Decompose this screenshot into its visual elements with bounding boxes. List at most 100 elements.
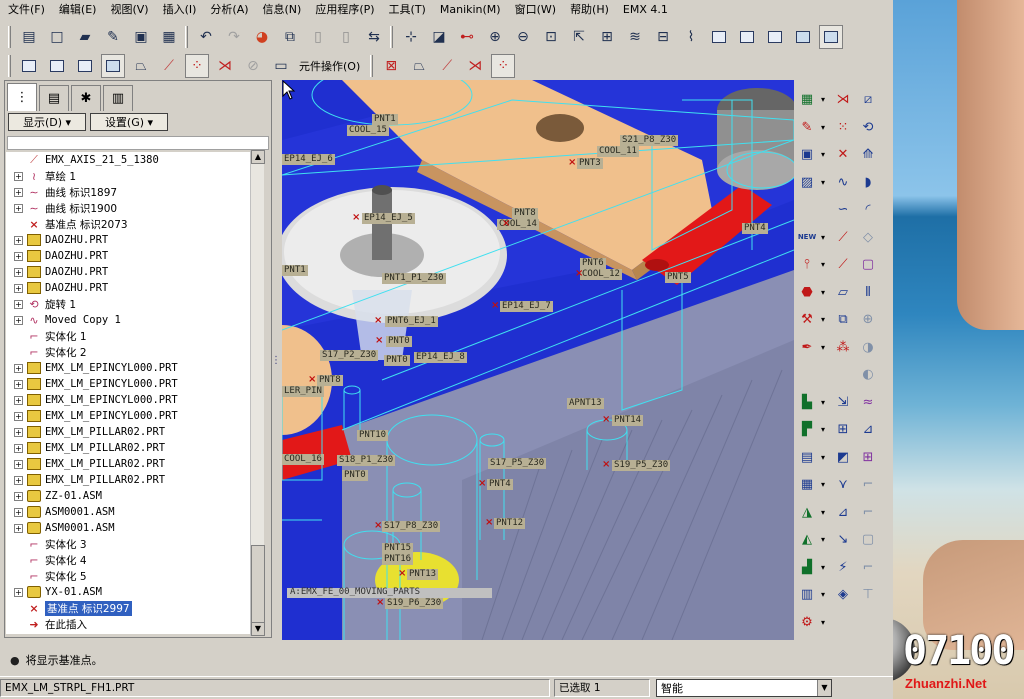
axis-icon[interactable]: ✕ — [832, 144, 854, 166]
layers-icon[interactable]: ≋ — [623, 25, 647, 49]
no-hidden-icon[interactable] — [763, 25, 787, 49]
slider-icon[interactable]: ▙ — [796, 391, 818, 413]
menu-edit[interactable]: 编辑(E) — [59, 1, 97, 17]
intersect-icon[interactable]: ⚡ — [832, 556, 854, 578]
menu-help[interactable]: 帮助(H) — [570, 1, 609, 17]
tree-node[interactable]: + ∿ Moved Copy 1 — [6, 312, 256, 328]
mirror-icon[interactable]: ⫴ — [857, 281, 879, 303]
tree-node[interactable]: × 基准点 标识2073 — [6, 216, 256, 232]
point-array-icon[interactable]: ⁙ — [832, 116, 854, 138]
new-feature-icon[interactable]: NEW — [796, 226, 818, 248]
save-copy-icon[interactable]: ▦ — [157, 25, 181, 49]
datum-line-icon[interactable]: ⟋ — [832, 254, 854, 276]
tree-node[interactable]: + EMX_LM_EPINCYL000.PRT — [6, 392, 256, 408]
axis-display-icon[interactable]: ⟋ — [435, 54, 459, 78]
find-icon[interactable]: ⇆ — [362, 25, 386, 49]
paste-special-icon[interactable]: ▯ — [334, 25, 358, 49]
refit-icon[interactable]: ⊡ — [539, 25, 563, 49]
tree-node[interactable]: + DAOZHU.PRT — [6, 280, 256, 296]
expand-toggle-icon[interactable]: + — [14, 587, 23, 597]
settings-dropdown[interactable]: 设置(G) ▾ — [90, 113, 168, 131]
surface-icon[interactable]: ◗ — [857, 171, 879, 193]
tree-node[interactable]: + EMX_LM_PILLAR02.PRT — [6, 440, 256, 456]
pencil-icon[interactable]: ✎ — [796, 116, 818, 138]
annotation-toggle-icon[interactable]: ⊘ — [241, 54, 265, 78]
chamfer-icon[interactable]: ◐ — [857, 364, 879, 386]
folder-browser-tab-icon[interactable]: ▤ — [39, 85, 69, 111]
wave-icon[interactable]: ≈ — [857, 391, 879, 413]
csys-display-icon[interactable]: ⋊ — [463, 54, 487, 78]
expand-toggle-icon[interactable]: + — [14, 267, 23, 277]
layout-icon[interactable]: ▦ — [796, 89, 818, 111]
menu-applications[interactable]: 应用程序(P) — [315, 1, 374, 17]
saved-views-icon[interactable]: ⊞ — [595, 25, 619, 49]
drawing-icon[interactable]: ▥ — [796, 584, 818, 606]
expand-toggle-icon[interactable]: + — [14, 283, 23, 293]
reorient-icon[interactable]: ⇱ — [567, 25, 591, 49]
toolbar-grip[interactable] — [370, 55, 374, 77]
tree-node[interactable]: + ≀ 草绘 1 — [6, 168, 256, 184]
component-ops-icon[interactable]: ▭ — [269, 54, 293, 78]
tree-node[interactable]: + EMX_LM_PILLAR02.PRT — [6, 456, 256, 472]
enhanced-realism-icon[interactable] — [819, 25, 843, 49]
tee-icon[interactable]: ⊤ — [857, 584, 879, 606]
menu-file[interactable]: 文件(F) — [8, 1, 45, 17]
new-file-icon[interactable]: □ — [45, 25, 69, 49]
zoom-out-icon[interactable]: ⊖ — [511, 25, 535, 49]
tree-node[interactable]: + ASM0001.ASM — [6, 520, 256, 536]
bom-icon[interactable]: ▦ — [796, 474, 818, 496]
runner-icon[interactable]: ◭ — [796, 529, 818, 551]
tree-node[interactable]: + DAOZHU.PRT — [6, 264, 256, 280]
expand-toggle-icon[interactable]: + — [14, 251, 23, 261]
expand-toggle-icon[interactable]: + — [14, 443, 23, 453]
lifter-icon[interactable]: ▛ — [796, 419, 818, 441]
tree-node[interactable]: ⟋ EMX_AXIS_21_5_1380 — [6, 152, 256, 168]
tree-scrollbar[interactable]: ▲ ▼ — [250, 150, 265, 636]
analysis-graph-icon[interactable]: ⌇ — [679, 25, 703, 49]
open-folder-icon[interactable]: ▰ — [73, 25, 97, 49]
tree-node[interactable]: + EMX_LM_PILLAR02.PRT — [6, 424, 256, 440]
gate-icon[interactable]: ▟ — [796, 556, 818, 578]
tree-node[interactable]: + ASM0001.ASM — [6, 504, 256, 520]
model-tree-tab-icon[interactable]: ⋮ — [7, 83, 37, 111]
tree-node[interactable]: ⌐ 实体化 1 — [6, 328, 256, 344]
point-display-icon[interactable]: ⁘ — [491, 54, 516, 78]
tree-node[interactable]: ⌐ 实体化 3 — [6, 536, 256, 552]
menu-tools[interactable]: 工具(T) — [389, 1, 426, 17]
regenerate-icon[interactable]: ◕ — [250, 25, 274, 49]
menu-emx[interactable]: EMX 4.1 — [623, 3, 668, 16]
plane-icon[interactable]: ⧄ — [857, 89, 879, 111]
thicken-icon[interactable]: ↘ — [832, 529, 854, 551]
menu-info[interactable]: 信息(N) — [263, 1, 302, 17]
offset-icon[interactable]: ⌐ — [857, 501, 879, 523]
dowel-icon[interactable]: ✒ — [796, 336, 818, 358]
tree-node[interactable]: + ⟲ 旋转 1 — [6, 296, 256, 312]
curve-icon[interactable]: ∿ — [832, 171, 854, 193]
tree-node[interactable]: + EMX_LM_PILLAR02.PRT — [6, 472, 256, 488]
connections-tab-icon[interactable]: ▥ — [103, 85, 133, 111]
spline-icon[interactable]: ∽ — [832, 199, 854, 221]
datum-point-toggle-icon[interactable]: ⁘ — [185, 54, 209, 78]
tree-node[interactable]: ➜ 在此插入 — [6, 616, 256, 632]
expand-toggle-icon[interactable]: + — [14, 203, 23, 213]
copy-icon[interactable]: ⧉ — [278, 25, 302, 49]
draft-icon[interactable]: ◇ — [857, 226, 879, 248]
hidden-line-icon[interactable] — [735, 25, 759, 49]
toolbar-grip[interactable] — [8, 55, 11, 77]
screw-icon[interactable]: ⚒ — [796, 309, 818, 331]
component-ops-label[interactable]: 元件操作(O) — [299, 58, 360, 74]
scroll-down-arrow-icon[interactable]: ▼ — [251, 622, 265, 636]
redo-icon[interactable]: ↷ — [222, 25, 246, 49]
tree-node[interactable]: + EMX_LM_EPINCYL000.PRT — [6, 376, 256, 392]
solidify-icon[interactable]: ▢ — [857, 529, 879, 551]
chevron-down-icon[interactable]: ▼ — [817, 679, 831, 696]
layer-icon[interactable]: ⊞ — [832, 419, 854, 441]
expand-toggle-icon[interactable]: + — [14, 523, 23, 533]
menu-manikin[interactable]: Manikin(M) — [440, 3, 501, 16]
blend-icon[interactable]: ◜ — [857, 199, 879, 221]
view-wire-icon[interactable] — [17, 54, 41, 78]
extend-icon[interactable]: ⊿ — [832, 501, 854, 523]
box-icon[interactable]: ▢ — [857, 254, 879, 276]
tree-node[interactable]: × 基准点 标识2997 — [6, 600, 256, 616]
tree-node[interactable]: + EMX_LM_EPINCYL000.PRT — [6, 360, 256, 376]
